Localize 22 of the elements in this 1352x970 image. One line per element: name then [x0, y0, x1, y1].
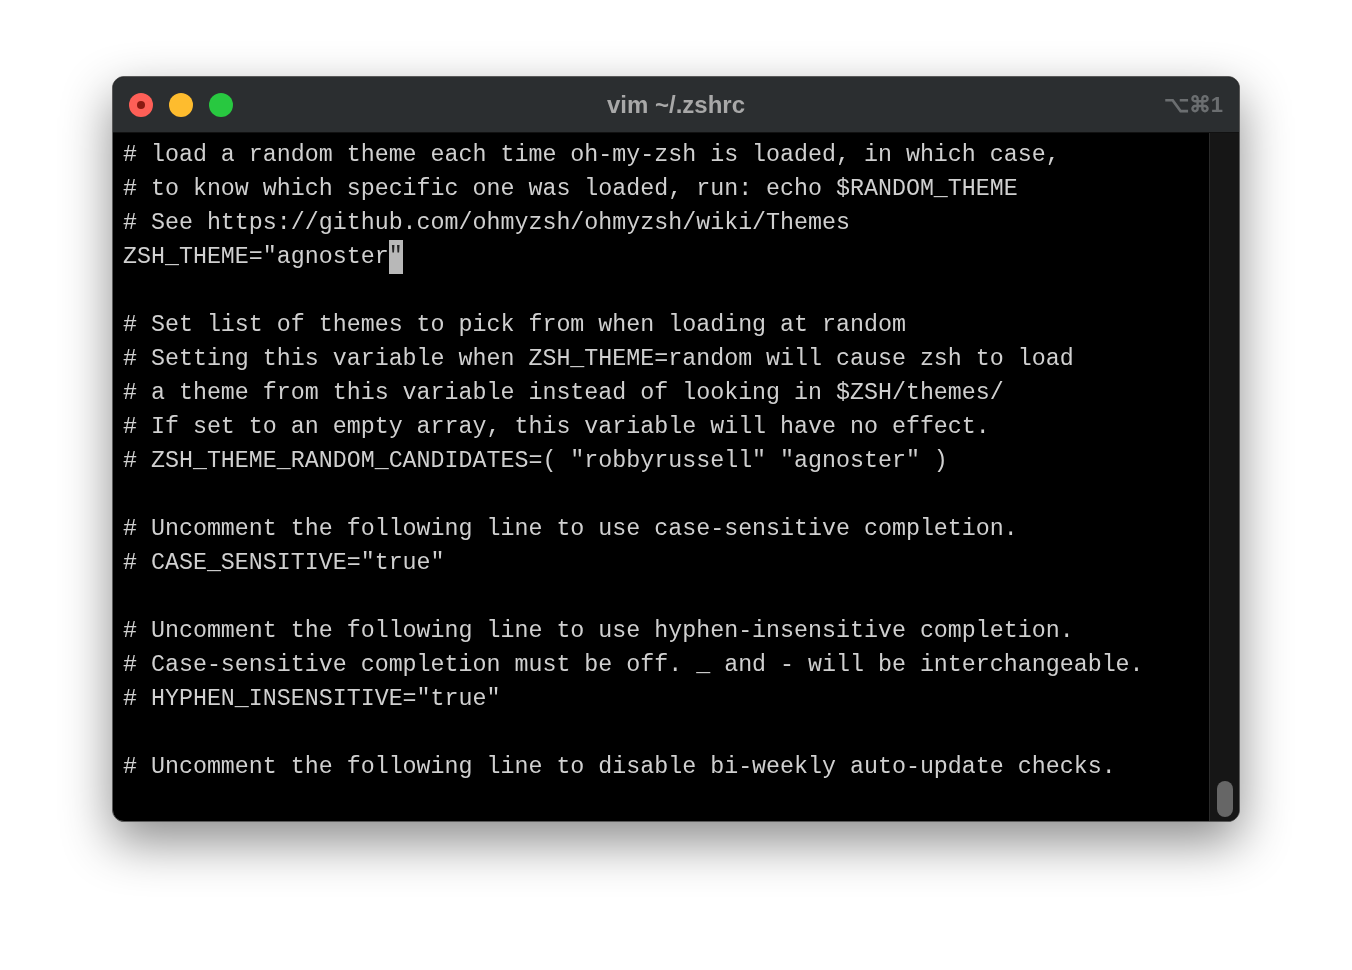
- code-line: # Setting this variable when ZSH_THEME=random will cause zsh to load: [123, 345, 1074, 374]
- code-line: # load a random theme each time oh-my-zsh is loaded, in which case,: [123, 141, 1060, 170]
- code-line: # a theme from this variable instead of looking in $ZSH/themes/: [123, 379, 1004, 408]
- scrollbar-thumb[interactable]: [1216, 781, 1233, 817]
- code-line: # CASE_SENSITIVE="true": [123, 549, 445, 578]
- close-button[interactable]: [129, 92, 153, 117]
- code-line: # ZSH_THEME_RANDOM_CANDIDATES=( "robbyrussell" "agnoster" ): [123, 447, 948, 476]
- code-line: # Uncomment the following line to disable bi-weekly auto-update checks.: [123, 753, 1116, 782]
- shortcut-label: ⌥⌘1: [1163, 91, 1223, 119]
- code-line: # Set list of themes to pick from when loading at random: [123, 311, 906, 340]
- code-line: # to know which specific one was loaded, run: echo $RANDOM_THEME: [123, 175, 1018, 204]
- zoom-button[interactable]: [209, 92, 233, 117]
- window-title: vim ~/.zshrc: [606, 89, 746, 120]
- minimize-button[interactable]: [169, 92, 193, 117]
- code-line: # If set to an empty array, this variable will have no effect.: [123, 413, 990, 442]
- code-line: # See https://github.com/ohmyzsh/ohmyzsh/wiki/Themes: [123, 209, 850, 238]
- code-line: # Uncomment the following line to use case-sensitive completion.: [123, 515, 1018, 544]
- code-line: # Uncomment the following line to use hyphen-insensitive completion.: [123, 617, 1074, 646]
- cursor: ": [388, 240, 403, 274]
- code-line: # HYPHEN_INSENSITIVE="true": [123, 685, 501, 714]
- code-line: # Case-sensitive completion must be off. _ and - will be interchangeable.: [123, 651, 1144, 680]
- code-line: ZSH_THEME="agnoster: [123, 243, 389, 272]
